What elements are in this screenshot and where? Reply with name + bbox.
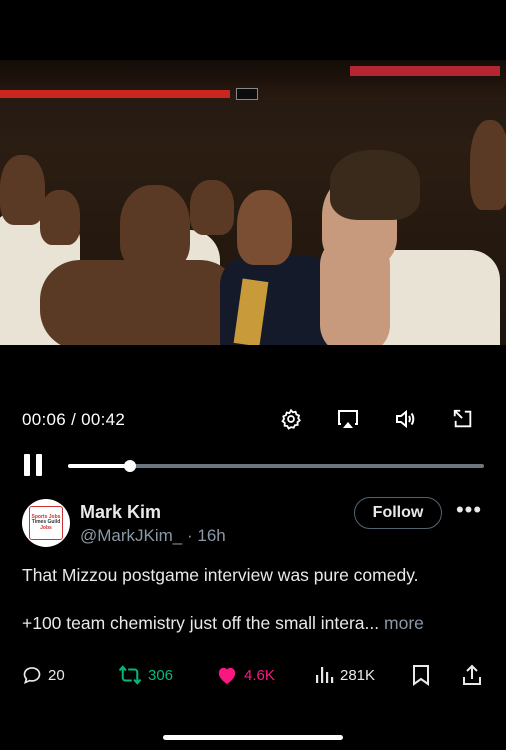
author-meta: @MarkJKim_ · 16h <box>80 526 226 546</box>
airplay-icon[interactable] <box>335 406 361 432</box>
avatar-logo: Sports Jobs Times Guild Jobs <box>29 506 63 540</box>
post-text-truncated: +100 team chemistry just off the small i… <box>22 613 380 633</box>
share-button[interactable] <box>462 660 482 690</box>
pip-icon[interactable] <box>450 406 476 432</box>
progress-knob[interactable] <box>124 460 137 472</box>
repost-count: 306 <box>148 666 174 684</box>
reply-icon <box>23 667 41 685</box>
like-count: 4.6K <box>244 666 275 684</box>
player-center-head <box>120 185 190 270</box>
arena-banner <box>0 90 230 98</box>
player-left-head <box>0 155 45 225</box>
action-bar: 20 306 4.6K 281K <box>0 660 506 690</box>
show-more-link[interactable]: more <box>384 613 424 633</box>
follow-button[interactable]: Follow <box>354 497 442 529</box>
like-button[interactable]: 4.6K <box>216 660 275 690</box>
author-row: Sports Jobs Times Guild Jobs Mark Kim @M… <box>22 497 484 551</box>
player-arms <box>40 260 240 345</box>
duration: 00:42 <box>81 410 126 429</box>
bookmark-button[interactable] <box>412 660 430 690</box>
heart-icon <box>218 667 236 685</box>
share-icon <box>463 664 481 685</box>
avatar[interactable]: Sports Jobs Times Guild Jobs <box>22 499 70 547</box>
author-handle[interactable]: @MarkJKim_ <box>80 526 182 545</box>
pause-button[interactable] <box>24 454 44 476</box>
repost-icon <box>118 665 142 685</box>
more-options-icon[interactable]: ••• <box>454 499 484 523</box>
repost-button[interactable]: 306 <box>118 660 173 690</box>
player-right-arm <box>320 235 390 345</box>
current-time: 00:06 <box>22 410 67 429</box>
author-name[interactable]: Mark Kim <box>80 502 161 523</box>
home-indicator[interactable] <box>163 735 343 740</box>
post-text-line-2: +100 team chemistry just off the small i… <box>22 612 484 634</box>
avatar-text-3: Jobs <box>40 524 52 531</box>
view-count: 281K <box>340 666 376 684</box>
player-edge-head <box>470 120 506 210</box>
video-controls: 00:06 / 00:42 <box>0 400 506 480</box>
player-head <box>40 190 80 245</box>
volume-icon[interactable] <box>392 406 418 432</box>
meta-dot: · <box>182 526 198 545</box>
settings-icon[interactable] <box>278 406 304 432</box>
time-separator: / <box>66 410 82 429</box>
scoreboard <box>236 88 258 100</box>
views-icon <box>316 667 334 683</box>
coach-head <box>237 190 292 265</box>
time-display: 00:06 / 00:42 <box>22 410 125 430</box>
views-button[interactable]: 281K <box>314 660 375 690</box>
post-text-line-1: That Mizzou postgame interview was pure … <box>22 565 419 585</box>
player-right-hair <box>330 150 420 220</box>
arena-banner-right <box>350 66 500 76</box>
bookmark-icon <box>413 665 429 686</box>
post-time[interactable]: 16h <box>197 526 225 545</box>
player-back-head <box>190 180 234 235</box>
progress-fill <box>68 464 131 468</box>
video-frame[interactable] <box>0 60 506 345</box>
progress-scrubber[interactable] <box>68 460 484 472</box>
reply-count: 20 <box>48 666 65 684</box>
reply-button[interactable]: 20 <box>22 660 65 690</box>
